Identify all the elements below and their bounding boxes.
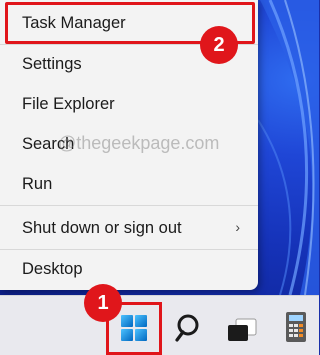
annotation-badge-2: 2 xyxy=(200,26,238,64)
calculator-icon xyxy=(286,312,306,342)
menu-item-label: Desktop xyxy=(22,259,83,278)
menu-item-shut-down[interactable]: Shut down or sign out › xyxy=(0,209,258,247)
menu-item-label: Run xyxy=(22,174,53,193)
menu-item-label: Settings xyxy=(22,54,82,73)
menu-item-desktop[interactable]: Desktop xyxy=(0,250,258,288)
task-view-icon xyxy=(228,318,257,341)
menu-item-label: Shut down or sign out xyxy=(22,218,182,237)
calculator-button[interactable] xyxy=(270,302,320,354)
task-view-button[interactable] xyxy=(216,302,268,354)
taskbar-search-button[interactable] xyxy=(163,302,215,354)
menu-item-run[interactable]: Run xyxy=(0,165,258,203)
menu-separator xyxy=(0,205,258,206)
search-icon xyxy=(175,314,199,342)
annotation-badge-1: 1 xyxy=(84,284,122,322)
menu-item-label: File Explorer xyxy=(22,94,115,113)
watermark: @thegeekpage.com xyxy=(58,133,220,153)
menu-item-file-explorer[interactable]: File Explorer xyxy=(0,85,258,123)
chevron-right-icon: › xyxy=(235,219,240,235)
